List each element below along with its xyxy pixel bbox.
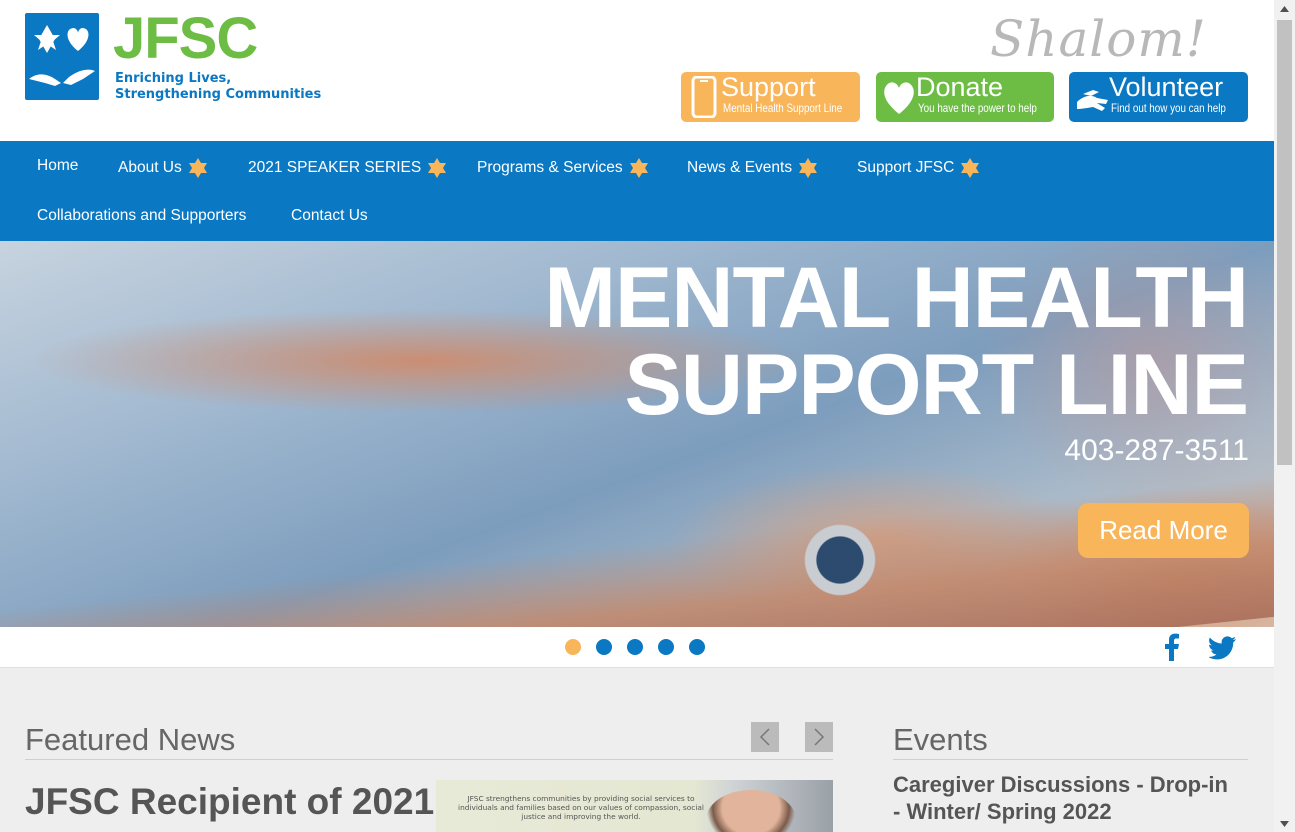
nav-item-label: 2021 SPEAKER SERIES — [248, 159, 422, 176]
star-of-david-icon — [188, 158, 207, 178]
news-next-button[interactable] — [805, 722, 833, 752]
main-nav — [0, 141, 1274, 241]
triangle-up-icon — [1280, 5, 1289, 12]
nav-item-contact-us[interactable]: Contact Us — [291, 207, 368, 225]
hero-title-line2: SUPPORT LINE — [624, 337, 1249, 433]
news-image-person — [706, 790, 796, 832]
logo-tagline: Enriching Lives, Strengthening Communiti… — [115, 71, 321, 103]
scrollbar-thumb[interactable] — [1277, 20, 1292, 465]
logo-badge — [25, 13, 99, 100]
scroll-up-arrow[interactable] — [1274, 0, 1295, 17]
slider-dot-4[interactable] — [658, 639, 674, 655]
phone-icon — [691, 76, 717, 118]
slider-dot-1[interactable] — [565, 639, 581, 655]
events-divider — [893, 759, 1248, 760]
hand-icon — [1077, 90, 1108, 111]
logo-wordmark: JFSC — [113, 6, 258, 71]
volunteer-button[interactable]: Volunteer Find out how you can help — [1069, 72, 1248, 122]
support-title: Support — [721, 72, 816, 102]
featured-news-divider — [25, 759, 833, 760]
featured-news-headline[interactable]: JFSC Recipient of 2021 — [25, 781, 434, 823]
twitter-icon[interactable] — [1209, 636, 1237, 660]
star-of-david-icon — [428, 158, 447, 178]
star-of-david-icon — [961, 158, 980, 178]
donate-subtitle: You have the power to help — [918, 101, 1037, 115]
slider-dot-5[interactable] — [689, 639, 705, 655]
featured-news-image[interactable]: JFSC strengthens communities by providin… — [436, 780, 833, 832]
nav-item-programs-services[interactable]: Programs & Services — [477, 157, 650, 179]
slider-dot-2[interactable] — [596, 639, 612, 655]
nav-item-label: Support JFSC — [857, 159, 955, 176]
jfsc-logo[interactable]: JFSC Enriching Lives, Strengthening Comm… — [25, 6, 321, 108]
nav-item-label: Programs & Services — [477, 159, 623, 176]
shalom-greeting: Shalom! — [990, 10, 1207, 68]
nav-item-about-us[interactable]: About Us — [118, 157, 209, 179]
hero-title-line1: MENTAL HEALTH — [544, 250, 1249, 346]
nav-item-label: About Us — [118, 159, 182, 176]
hero-title: MENTAL HEALTH SUPPORT LINE — [544, 250, 1249, 433]
chevron-right-icon — [814, 728, 825, 746]
donate-button[interactable]: Donate You have the power to help — [876, 72, 1054, 122]
events-title: Events — [893, 722, 988, 757]
nav-item-speaker-series[interactable]: 2021 SPEAKER SERIES — [248, 157, 448, 179]
support-subtitle: Mental Health Support Line — [723, 101, 843, 115]
news-image-caption: JFSC strengthens communities by providin… — [458, 794, 704, 821]
news-prev-button[interactable] — [751, 722, 779, 752]
nav-item-support-jfsc[interactable]: Support JFSC — [857, 157, 981, 179]
chevron-left-icon — [759, 728, 770, 746]
nav-item-news-events[interactable]: News & Events — [687, 157, 819, 179]
nav-item-label: Home — [37, 157, 79, 174]
featured-news-title: Featured News — [25, 722, 236, 757]
nav-item-label: Contact Us — [291, 207, 368, 224]
event-item-title[interactable]: Caregiver Discussions - Drop-in - Winter… — [893, 771, 1238, 825]
volunteer-subtitle: Find out how you can help — [1111, 101, 1226, 115]
hero-phone-number: 403-287-3511 — [1064, 434, 1249, 467]
support-button[interactable]: Support Mental Health Support Line — [681, 72, 860, 122]
nav-item-collaborations[interactable]: Collaborations and Supporters — [37, 207, 246, 225]
hero-image-watch — [795, 524, 885, 596]
nav-item-label: Collaborations and Supporters — [37, 207, 247, 224]
logo-star-heart-hands-icon — [29, 25, 95, 86]
tagline-line1: Enriching Lives, — [115, 71, 232, 86]
vertical-scrollbar[interactable] — [1274, 0, 1295, 832]
triangle-down-icon — [1280, 820, 1289, 827]
page: JFSC Enriching Lives, Strengthening Comm… — [0, 0, 1274, 832]
nav-item-label: News & Events — [687, 159, 793, 176]
nav-item-home[interactable]: Home — [37, 157, 78, 175]
slider-dots — [565, 639, 705, 655]
scroll-down-arrow[interactable] — [1274, 815, 1295, 832]
heart-icon — [884, 82, 914, 114]
tagline-line2: Strengthening Communities — [115, 87, 322, 102]
star-of-david-icon — [799, 158, 818, 178]
facebook-icon[interactable] — [1162, 633, 1180, 661]
read-more-button[interactable]: Read More — [1078, 503, 1249, 558]
donate-title: Donate — [916, 72, 1004, 102]
volunteer-title: Volunteer — [1109, 72, 1224, 102]
star-of-david-icon — [629, 158, 648, 178]
slider-dot-3[interactable] — [627, 639, 643, 655]
